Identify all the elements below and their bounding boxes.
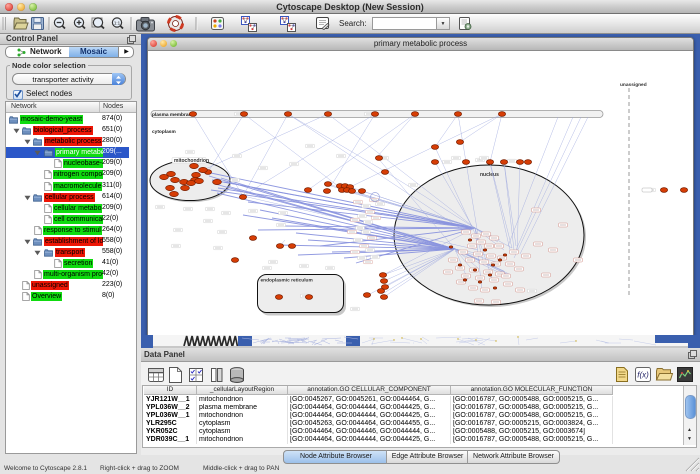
svg-text:mitochondrion: mitochondrion (174, 158, 209, 164)
svg-text:1:1: 1:1 (114, 21, 121, 26)
svg-text:nucleus: nucleus (480, 172, 499, 178)
svg-text:f(x): f(x) (637, 371, 649, 380)
svg-text:cytoplasm: cytoplasm (152, 129, 176, 135)
svg-text:plasma membrane: plasma membrane (152, 112, 194, 118)
svg-text:endoplasmic reticulum: endoplasmic reticulum (261, 278, 313, 284)
svg-text:unassigned: unassigned (620, 82, 647, 88)
